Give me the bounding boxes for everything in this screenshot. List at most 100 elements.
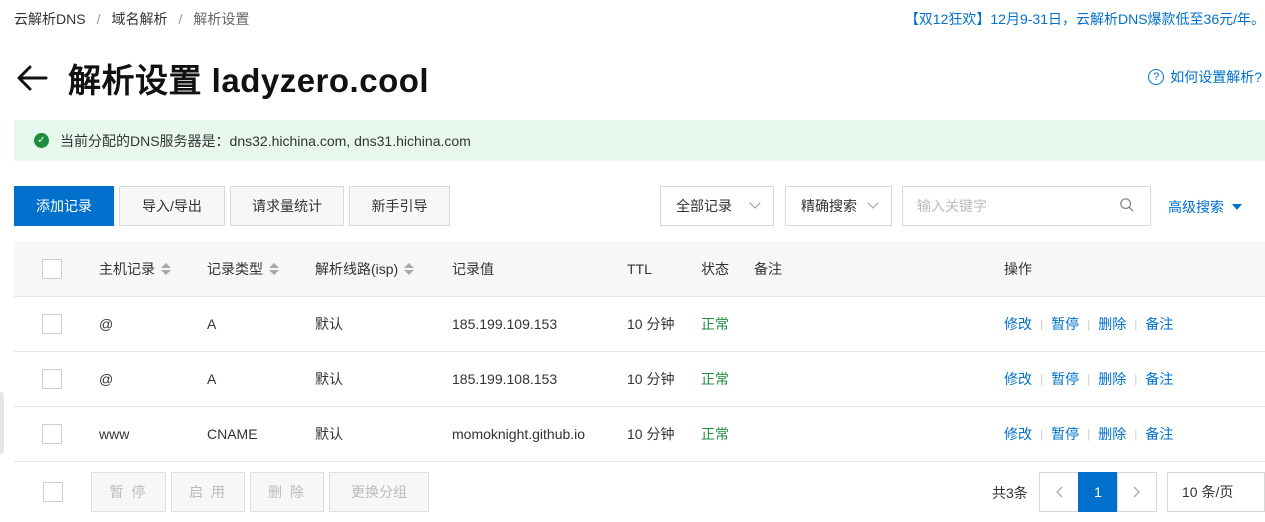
remark-link[interactable]: 备注 xyxy=(1145,314,1173,334)
record-filter-value: 全部记录 xyxy=(676,198,732,214)
remark-link[interactable]: 备注 xyxy=(1145,424,1173,444)
caret-down-icon xyxy=(1232,204,1242,210)
column-host[interactable]: 主机记录 xyxy=(99,241,171,296)
side-tab-handle[interactable] xyxy=(0,392,4,454)
row-checkbox[interactable] xyxy=(42,424,62,444)
help-link-label: 如何设置解析? xyxy=(1170,69,1262,85)
delete-link[interactable]: 删除 xyxy=(1098,369,1126,389)
divider: | xyxy=(1087,427,1091,441)
cell-host: @ xyxy=(99,316,114,332)
divider: | xyxy=(1040,427,1044,441)
bulk-enable-button[interactable]: 启 用 xyxy=(171,472,245,512)
remark-link[interactable]: 备注 xyxy=(1145,369,1173,389)
divider: | xyxy=(1134,317,1138,331)
edit-link[interactable]: 修改 xyxy=(1004,369,1032,389)
bulk-pause-button[interactable]: 暂 停 xyxy=(91,472,166,512)
add-record-button[interactable]: 添加记录 xyxy=(14,186,114,226)
breadcrumb-separator: / xyxy=(96,11,101,27)
column-line-label: 解析线路(isp) xyxy=(315,260,399,277)
search-mode-value: 精确搜索 xyxy=(801,198,857,214)
breadcrumb-item-dns[interactable]: 云解析DNS xyxy=(14,9,86,29)
page-size-value: 10 条/页 xyxy=(1182,484,1234,500)
column-type[interactable]: 记录类型 xyxy=(207,241,279,296)
column-status: 状态 xyxy=(701,260,729,277)
table-header: 主机记录 记录类型 解析线路(isp) 记录值 TTL 状态 备注 操作 xyxy=(14,241,1265,297)
import-export-button[interactable]: 导入/导出 xyxy=(119,186,225,226)
row-checkbox[interactable] xyxy=(42,314,62,334)
row-actions: 修改 | 暂停 | 删除 | 备注 xyxy=(1004,407,1173,461)
promo-link[interactable]: 【双12狂欢】12月9-31日，云解析DNS爆款低至36元/年。 xyxy=(905,9,1265,29)
sort-icon[interactable] xyxy=(161,262,171,275)
pause-link[interactable]: 暂停 xyxy=(1051,314,1079,334)
row-checkbox[interactable] xyxy=(42,369,62,389)
page-size-select[interactable]: 10 条/页 xyxy=(1167,472,1265,512)
row-actions: 修改 | 暂停 | 删除 | 备注 xyxy=(1004,352,1173,406)
edit-link[interactable]: 修改 xyxy=(1004,424,1032,444)
page-title: 解析设置 ladyzero.cool xyxy=(68,62,430,99)
records-table: 主机记录 记录类型 解析线路(isp) 记录值 TTL 状态 备注 操作 @ A… xyxy=(14,241,1265,462)
beginner-guide-button[interactable]: 新手引导 xyxy=(349,186,450,226)
change-group-button[interactable]: 更换分组 xyxy=(329,472,429,512)
back-arrow-icon[interactable] xyxy=(14,60,50,96)
search-box xyxy=(902,186,1151,226)
divider: | xyxy=(1134,427,1138,441)
cell-line: 默认 xyxy=(315,316,343,332)
chevron-down-icon xyxy=(867,197,879,209)
request-stats-button[interactable]: 请求量统计 xyxy=(230,186,344,226)
next-page-button[interactable] xyxy=(1117,472,1157,512)
advanced-search-label: 高级搜索 xyxy=(1168,199,1224,215)
column-remark: 备注 xyxy=(754,260,782,277)
cell-status: 正常 xyxy=(701,316,729,332)
search-mode-select[interactable]: 精确搜索 xyxy=(785,186,892,226)
pause-link[interactable]: 暂停 xyxy=(1051,424,1079,444)
search-input[interactable] xyxy=(903,187,1103,225)
cell-line: 默认 xyxy=(315,426,343,442)
table-row: @ A 默认 185.199.108.153 10 分钟 正常 修改 | 暂停 | … xyxy=(14,352,1265,407)
sort-icon[interactable] xyxy=(404,262,415,275)
advanced-search-toggle[interactable]: 高级搜索 xyxy=(1168,197,1242,217)
notice-text: 当前分配的DNS服务器是：dns32.hichina.com, dns31.hi… xyxy=(60,132,471,149)
chevron-left-icon xyxy=(1056,486,1063,498)
column-host-label: 主机记录 xyxy=(99,260,155,277)
breadcrumb: 云解析DNS / 域名解析 / 解析设置 xyxy=(14,9,249,29)
table-footer: 暂 停 启 用 删 除 更换分组 共3条 1 10 条/页 xyxy=(14,463,1265,522)
divider: | xyxy=(1040,317,1044,331)
column-ttl: TTL xyxy=(627,260,652,277)
delete-link[interactable]: 删除 xyxy=(1098,424,1126,444)
divider: | xyxy=(1087,372,1091,386)
cell-value: 185.199.109.153 xyxy=(452,316,558,332)
column-type-label: 记录类型 xyxy=(207,260,263,277)
question-icon: ? xyxy=(1148,69,1165,85)
cell-status: 正常 xyxy=(701,371,729,387)
chevron-down-icon xyxy=(749,197,761,209)
title-row: 解析设置 ladyzero.cool xyxy=(14,56,429,100)
delete-link[interactable]: 删除 xyxy=(1098,314,1126,334)
prev-page-button[interactable] xyxy=(1039,472,1079,512)
bulk-delete-button[interactable]: 删 除 xyxy=(250,472,324,512)
search-icon[interactable] xyxy=(1120,198,1134,212)
cell-value: momoknight.github.io xyxy=(452,426,586,442)
column-line[interactable]: 解析线路(isp) xyxy=(315,241,415,296)
cell-status: 正常 xyxy=(701,426,729,442)
table-row: www CNAME 默认 momoknight.github.io 10 分钟 … xyxy=(14,407,1265,462)
help-link[interactable]: ? 如何设置解析? xyxy=(1148,67,1262,87)
cell-line: 默认 xyxy=(315,371,343,387)
pause-link[interactable]: 暂停 xyxy=(1051,369,1079,389)
footer-select-all-checkbox[interactable] xyxy=(43,482,63,502)
chevron-right-icon xyxy=(1133,486,1140,498)
page-number-current[interactable]: 1 xyxy=(1078,472,1118,512)
cell-type: CNAME xyxy=(207,426,258,442)
table-row: @ A 默认 185.199.109.153 10 分钟 正常 修改 | 暂停 | … xyxy=(14,297,1265,352)
cell-host: @ xyxy=(99,371,114,387)
breadcrumb-separator: / xyxy=(178,11,183,27)
row-actions: 修改 | 暂停 | 删除 | 备注 xyxy=(1004,297,1173,351)
cell-type: A xyxy=(207,371,217,387)
select-all-checkbox[interactable] xyxy=(42,258,62,279)
column-actions: 操作 xyxy=(1004,260,1032,277)
breadcrumb-item-domain-resolve[interactable]: 域名解析 xyxy=(111,9,167,29)
dns-server-notice: ✓ 当前分配的DNS服务器是：dns32.hichina.com, dns31.… xyxy=(14,120,1265,161)
record-filter-select[interactable]: 全部记录 xyxy=(660,186,774,226)
edit-link[interactable]: 修改 xyxy=(1004,314,1032,334)
sort-icon[interactable] xyxy=(269,262,279,275)
cell-ttl: 10 分钟 xyxy=(627,426,675,442)
